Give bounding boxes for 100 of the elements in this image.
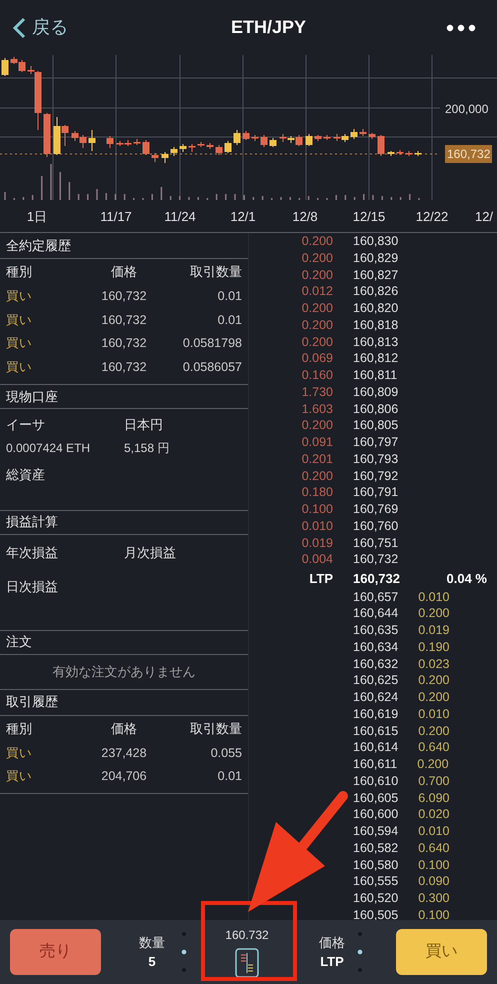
table-cell-text: 237,428 xyxy=(101,744,147,762)
bid-quantity: 0.300 xyxy=(418,892,450,905)
ltp-price: 160,732 xyxy=(353,570,400,588)
bid-price: 160,644 xyxy=(353,607,398,620)
ask-quantity: 0.200 xyxy=(300,235,333,248)
table-cell-text: 買い xyxy=(6,744,32,762)
table-cell-text: 0.0586057 xyxy=(182,358,242,376)
bid-quantity: 0.200 xyxy=(418,691,450,704)
ask-price: 160,769 xyxy=(353,503,398,516)
candle xyxy=(162,152,168,164)
candle xyxy=(216,144,222,156)
bid-price: 160,625 xyxy=(353,674,398,687)
ask-quantity: 0.200 xyxy=(300,268,333,282)
bid-quantity: 0.090 xyxy=(418,875,450,888)
section-title: 全約定履歴 xyxy=(5,236,72,255)
bid-quantity: 0.100 xyxy=(418,908,450,920)
section-title: 取引履歴 xyxy=(5,693,59,712)
asset-label: イーサ xyxy=(6,416,46,434)
bid-quantity: 0.023 xyxy=(418,658,450,670)
date-axis-label: 12/8 xyxy=(292,208,318,226)
ask-price: 160,813 xyxy=(353,336,398,348)
asset-label: 日本円 xyxy=(124,416,164,434)
section-title: 注文 xyxy=(5,633,33,652)
ask-price: 160,809 xyxy=(353,386,398,398)
ask-price: 160,732 xyxy=(353,553,398,566)
buy-button[interactable]: 買い xyxy=(396,929,487,975)
candle xyxy=(360,128,366,136)
ask-quantity: 0.160 xyxy=(300,369,333,382)
table-cell-text: 160,732 xyxy=(101,288,147,306)
bid-quantity: 0.200 xyxy=(417,758,449,771)
ask-quantity: 0.180 xyxy=(300,486,333,499)
bid-price: 160,610 xyxy=(353,774,398,788)
table-cell-text: 買い xyxy=(6,768,32,786)
total-assets-label: 総資産 xyxy=(5,466,46,484)
ask-quantity: 1.730 xyxy=(300,386,333,398)
candle xyxy=(106,136,114,148)
ask-quantity: 0.012 xyxy=(300,285,333,298)
column-header: 価格 xyxy=(110,720,137,738)
ask-quantity: 0.200 xyxy=(300,318,333,332)
bid-price: 160,582 xyxy=(353,842,398,854)
ask-price: 160,791 xyxy=(353,486,398,499)
date-axis-label: 11/24 xyxy=(164,208,196,226)
bid-quantity: 0.200 xyxy=(418,674,450,687)
sell-button[interactable]: 売り xyxy=(10,929,101,975)
candle xyxy=(188,144,196,152)
bid-price: 160,580 xyxy=(353,858,398,872)
bid-quantity: 0.640 xyxy=(418,842,450,854)
ask-price: 160,826 xyxy=(353,285,398,298)
ask-quantity: 0.100 xyxy=(300,503,333,516)
bid-quantity: 0.640 xyxy=(418,741,450,754)
order-book-icon[interactable] xyxy=(235,948,259,978)
window-title: ETH/JPY xyxy=(230,16,306,39)
ask-quantity: 0.004 xyxy=(300,553,333,566)
ask-quantity: 0.200 xyxy=(300,302,333,315)
center-price: 160.732 xyxy=(225,927,269,944)
ask-quantity: 0.091 xyxy=(300,436,333,449)
date-axis-label: 11/17 xyxy=(100,208,132,226)
yearly-pnl-label: 年次損益 xyxy=(6,544,59,562)
candle xyxy=(142,140,150,156)
ask-price: 160,829 xyxy=(353,252,398,264)
ask-price: 160,797 xyxy=(353,436,398,449)
empty-message: 有効な注文がありません xyxy=(52,662,196,681)
ask-price: 160,805 xyxy=(353,419,398,432)
ask-quantity: 1.603 xyxy=(300,402,333,416)
price-axis-label: 200,000 xyxy=(445,101,488,118)
candle xyxy=(252,134,258,142)
date-axis-label: 12/15 xyxy=(352,208,386,226)
table-cell-text: 買い xyxy=(6,358,32,376)
table-cell-text: 160,732 xyxy=(101,312,147,329)
candle xyxy=(324,134,330,140)
section-title: 損益計算 xyxy=(5,513,59,532)
bid-price: 160,635 xyxy=(353,624,398,637)
stepper-dots-icon xyxy=(357,930,363,974)
candle xyxy=(396,150,404,156)
candle xyxy=(224,140,232,154)
back-button[interactable]: 戻る xyxy=(12,14,68,41)
bid-quantity: 0.010 xyxy=(418,708,450,720)
asset-value: 0.0007424 ETH xyxy=(6,440,92,456)
table-cell-text: 0.01 xyxy=(218,768,242,786)
candle xyxy=(44,112,50,158)
bid-quantity: 0.020 xyxy=(418,808,450,821)
bid-quantity: 0.200 xyxy=(418,607,450,620)
ask-quantity: 0.200 xyxy=(300,252,333,264)
table-cell-text: 160,732 xyxy=(101,358,147,376)
bid-price: 160,520 xyxy=(353,892,398,905)
candle xyxy=(170,146,178,156)
candle xyxy=(152,152,158,162)
column-header: 価格 xyxy=(110,263,137,282)
section-title: 現物口座 xyxy=(5,388,59,406)
ask-quantity: 0.200 xyxy=(300,336,333,348)
ask-price: 160,827 xyxy=(353,268,398,282)
candle xyxy=(134,138,140,146)
date-axis-label: 12/22 xyxy=(416,208,448,226)
daily-pnl-label: 日次損益 xyxy=(5,578,59,596)
bid-price: 160,632 xyxy=(353,658,398,670)
ask-price: 160,818 xyxy=(353,318,398,332)
ask-quantity: 0.019 xyxy=(300,536,333,550)
bid-quantity: 0.700 xyxy=(418,774,450,788)
bid-price: 160,555 xyxy=(353,875,398,888)
ask-price: 160,751 xyxy=(353,536,398,550)
